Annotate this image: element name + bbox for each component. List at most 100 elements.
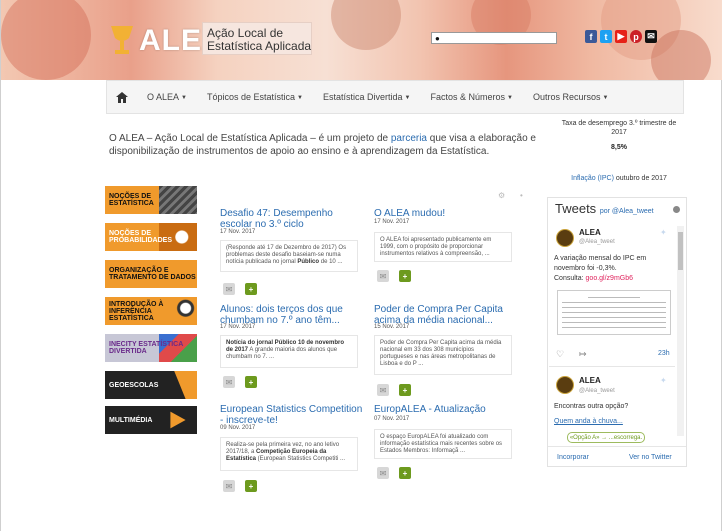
youtube-icon[interactable]: ▶ <box>615 30 627 43</box>
share-icon[interactable]: ↦ <box>579 349 587 360</box>
read-more-button[interactable]: + <box>245 480 257 492</box>
nav-item-estatistica-divertida[interactable]: Estatística Divertida ▼ <box>313 92 420 102</box>
pinterest-icon[interactable]: p <box>630 30 642 43</box>
tweet-author-name[interactable]: ALEA <box>579 376 601 385</box>
read-more-button[interactable]: + <box>245 283 257 295</box>
caret-down-icon: ▼ <box>297 95 303 101</box>
post-excerpt: Realiza-se pela primeira vez, no ano let… <box>220 437 358 471</box>
main-nav: O ALEA ▼ Tópicos de Estatística ▼ Estatíst… <box>106 80 684 114</box>
nav-item-o-alea[interactable]: O ALEA ▼ <box>137 92 197 102</box>
post-title[interactable]: European Statistics Competition - inscre… <box>220 404 366 426</box>
read-more-button[interactable]: + <box>245 376 257 388</box>
settings-icon[interactable]: ⚙ <box>498 191 505 200</box>
nav-home[interactable] <box>107 81 137 113</box>
tweet-link[interactable]: Quem anda à chuva... <box>554 417 674 427</box>
image-table-line <box>562 302 666 303</box>
nav-item-label: Factos & Números <box>430 92 505 102</box>
image-table-line <box>562 317 666 318</box>
alea-logo-icon[interactable] <box>109 24 135 56</box>
unemployment-label: Taxa de desemprego 3.º trimestre de <box>561 120 677 127</box>
category-label: Geoescolas <box>109 381 159 389</box>
twitter-scrollbar[interactable] <box>677 226 684 436</box>
parceria-link[interactable]: parceria <box>391 133 427 144</box>
tweet-link[interactable]: goo.gl/z9mGb6 <box>586 275 633 282</box>
post-title[interactable]: Alunos: dois terços dos que chumbam no 7… <box>220 304 366 326</box>
category-label: Noções de Probabilidades <box>109 230 173 244</box>
category-inecity[interactable]: INECITY Estatística Divertida <box>105 334 197 362</box>
post-date: 09 Nov. 2017 <box>220 425 256 431</box>
unemployment-text: Taxa de desemprego 3.º trimestre de 2017 <box>554 119 684 137</box>
tweet-author-name[interactable]: ALEA <box>579 228 601 237</box>
avatar[interactable] <box>556 229 574 247</box>
post-excerpt: O espaço EuropALEA foi atualizado com in… <box>374 429 512 459</box>
post-title[interactable]: EuropALEA - Atualização <box>374 404 520 415</box>
search-icon: ● <box>435 34 440 43</box>
tweet-text: Encontras outra opção? <box>554 403 629 410</box>
read-more-button[interactable]: + <box>399 384 411 396</box>
tweet-author-handle[interactable]: @Alea_tweet <box>579 239 615 245</box>
post-date: 17 Nov. 2017 <box>220 229 256 235</box>
email-icon[interactable]: ✉ <box>645 30 657 43</box>
nav-item-topicos[interactable]: Tópicos de Estatística ▼ <box>197 92 313 102</box>
email-share-button[interactable]: ✉ <box>377 270 389 282</box>
read-more-button[interactable]: + <box>399 467 411 479</box>
inflation-link[interactable]: Inflação (IPC) <box>571 175 614 182</box>
social-icons: f t ▶ p ✉ <box>585 30 657 43</box>
intro-text: O ALEA – Ação Local de Estatística Aplic… <box>109 133 391 144</box>
email-share-button[interactable]: ✉ <box>377 467 389 479</box>
category-nocoes-estatistica[interactable]: Noções de Estatística <box>105 186 197 214</box>
inflation-date: outubro de 2017 <box>613 175 667 182</box>
info-icon[interactable] <box>673 206 680 213</box>
nav-item-outros-recursos[interactable]: Outros Recursos ▼ <box>523 92 618 102</box>
category-label: Organização e Tratamento de Dados <box>109 267 196 281</box>
post-excerpt: Notícia do jornal Público 10 de novembro… <box>220 335 358 368</box>
nav-item-factos-numeros[interactable]: Factos & Números ▼ <box>420 92 522 102</box>
post-excerpt: (Responde até 17 de Dezembro de 2017) Os… <box>220 240 358 272</box>
excerpt-text: Poder de Compra Per Capita acima da médi… <box>380 340 502 367</box>
facebook-icon[interactable]: f <box>585 30 597 43</box>
image-table-line <box>562 312 666 313</box>
category-nocoes-probabilidades[interactable]: Noções de Probabilidades <box>105 223 197 251</box>
like-icon[interactable]: ♡ <box>556 349 564 360</box>
tweet-text: A variação mensal do IPC em novembro foi… <box>554 254 674 284</box>
excerpt-text: O espaço EuropALEA foi atualizado com in… <box>380 434 503 454</box>
page: ALEA Ação Local de Estatística Aplicada … <box>0 0 722 531</box>
view-on-twitter-link[interactable]: Ver no Twitter <box>629 454 672 461</box>
post-title[interactable]: Poder de Compra Per Capita acima da médi… <box>374 304 524 326</box>
embed-link[interactable]: Incorporar <box>557 454 589 461</box>
email-share-button[interactable]: ✉ <box>223 480 235 492</box>
caret-down-icon: ▼ <box>507 95 513 101</box>
tweet-card[interactable]: «Opção A» → ...escorrega. <box>567 432 645 443</box>
unemployment-value: 8,5% <box>611 144 627 151</box>
post-title[interactable]: O ALEA mudou! <box>374 208 520 219</box>
inflation-text: Inflação (IPC) outubro de 2017 <box>554 175 684 182</box>
category-geoescolas[interactable]: Geoescolas <box>105 371 197 399</box>
category-inferencia[interactable]: Introdução à Inferência Estatística <box>105 297 197 325</box>
twitter-by-link[interactable]: por @Alea_tweet <box>600 208 654 215</box>
category-multimedia[interactable]: Multimédia <box>105 406 197 434</box>
tweet-time[interactable]: 23h <box>658 350 670 357</box>
dot-icon: • <box>520 191 523 200</box>
twitter-bird-icon[interactable]: ✦ <box>660 228 667 237</box>
excerpt-tail: de 10 ... <box>319 259 343 265</box>
category-organizacao-dados[interactable]: Organização e Tratamento de Dados <box>105 260 197 288</box>
email-share-button[interactable]: ✉ <box>223 376 235 388</box>
nav-item-label: Outros Recursos <box>532 92 601 102</box>
twitter-bird-icon[interactable]: ✦ <box>660 376 667 385</box>
tweet-consult: Consulta: <box>554 275 586 282</box>
scrollbar-thumb[interactable] <box>678 232 683 270</box>
play-icon <box>170 411 186 429</box>
twitter-widget-header: Tweets por @Alea_tweet <box>555 201 654 216</box>
unemployment-year: 2017 <box>611 129 627 136</box>
excerpt-tail: (European Statistics Competiti ... <box>256 456 346 462</box>
tweet-author-handle[interactable]: @Alea_tweet <box>579 388 615 394</box>
tweet-divider <box>549 366 675 367</box>
avatar[interactable] <box>556 376 574 394</box>
read-more-button[interactable]: + <box>399 270 411 282</box>
email-share-button[interactable]: ✉ <box>223 283 235 295</box>
tweet-image[interactable] <box>557 290 671 335</box>
email-share-button[interactable]: ✉ <box>377 384 389 396</box>
post-title[interactable]: Desafio 47: Desempenho escolar no 3.º ci… <box>220 208 366 230</box>
search-input[interactable]: ● <box>431 32 557 44</box>
twitter-icon[interactable]: t <box>600 30 612 43</box>
